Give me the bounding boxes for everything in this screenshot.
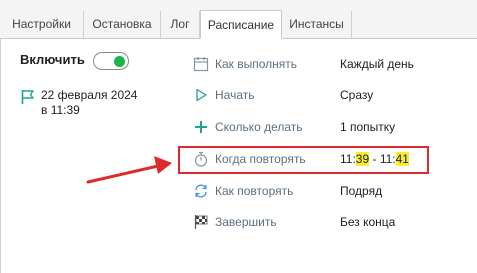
row-how-run[interactable]: Как выполнять Каждый день xyxy=(193,55,463,75)
arrow-icon xyxy=(86,156,172,184)
count-value: 1 попытку xyxy=(340,120,396,134)
start-time-value: в 11:39 xyxy=(41,103,80,117)
toggle-knob xyxy=(114,56,125,67)
row-count[interactable]: Сколько делать 1 попытку xyxy=(193,118,463,138)
play-icon xyxy=(196,88,207,102)
row-how-repeat[interactable]: Как повторять Подряд xyxy=(193,182,463,202)
how-run-label: Как выполнять xyxy=(215,57,298,71)
start-value: Сразу xyxy=(340,88,374,102)
count-label: Сколько делать xyxy=(215,120,303,134)
how-run-value: Каждый день xyxy=(340,57,414,71)
panel-border xyxy=(0,38,1,273)
calendar-icon xyxy=(193,57,209,72)
tab-log[interactable]: Лог xyxy=(161,11,200,38)
highlight-box xyxy=(178,146,429,174)
tab-instances[interactable]: Инстансы xyxy=(282,11,352,38)
enable-label: Включить xyxy=(20,52,85,67)
start-label: Начать xyxy=(215,88,255,102)
finish-flag-icon xyxy=(194,215,208,229)
finish-label: Завершить xyxy=(215,215,277,229)
tab-bar: Настройки Остановка Лог Расписание Инста… xyxy=(0,0,477,39)
how-repeat-value: Подряд xyxy=(340,184,383,198)
tab-stop[interactable]: Остановка xyxy=(84,11,161,38)
repeat-icon xyxy=(195,184,207,198)
start-date-value: 22 февраля 2024 xyxy=(41,88,138,102)
tab-settings[interactable]: Настройки xyxy=(0,11,84,38)
flag-icon xyxy=(21,90,34,104)
row-finish[interactable]: Завершить Без конца xyxy=(193,213,463,233)
enable-toggle[interactable] xyxy=(93,52,129,70)
finish-value: Без конца xyxy=(340,215,396,229)
how-repeat-label: Как повторять xyxy=(215,184,294,198)
plus-icon xyxy=(195,121,207,133)
row-start[interactable]: Начать Сразу xyxy=(193,86,463,106)
tab-schedule[interactable]: Расписание xyxy=(200,10,282,39)
